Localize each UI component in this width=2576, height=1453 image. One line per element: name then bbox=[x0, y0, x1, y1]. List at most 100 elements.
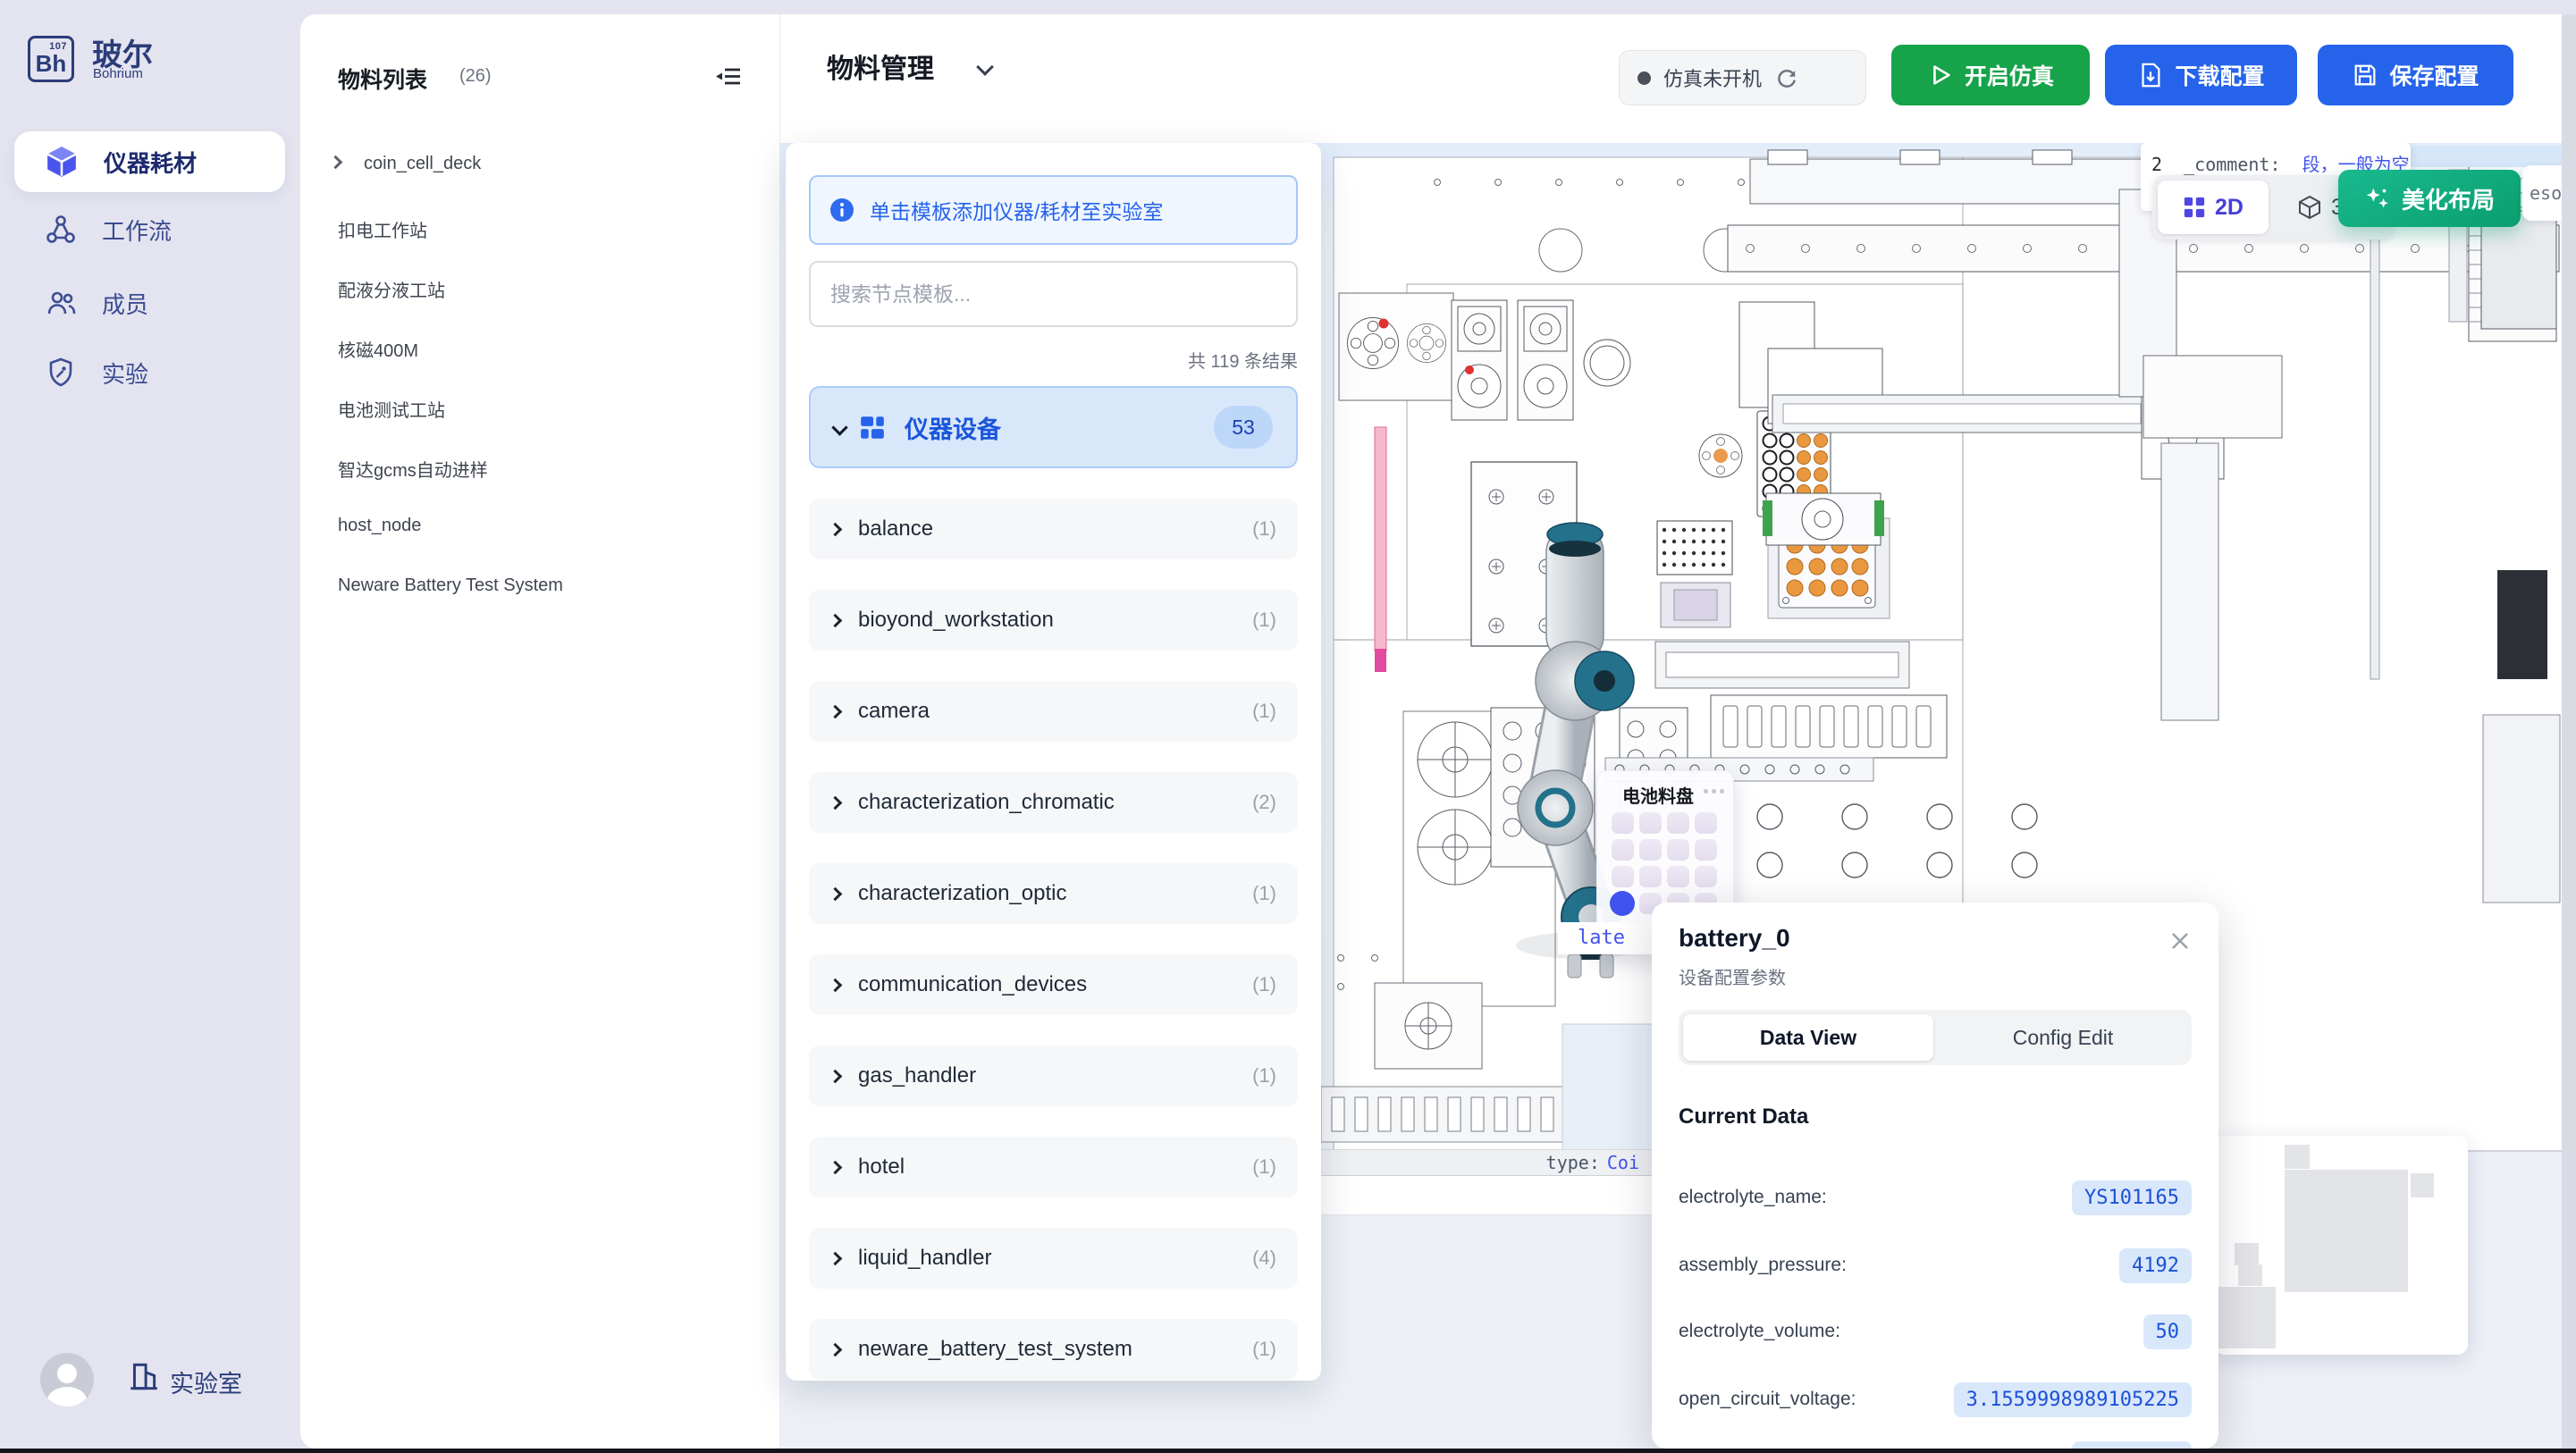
lab-link[interactable]: 实验室 bbox=[170, 1365, 242, 1399]
download-file-icon bbox=[2137, 62, 2164, 88]
tray-slot[interactable] bbox=[1667, 812, 1689, 834]
bohrium-logo[interactable]: 107Bh bbox=[28, 36, 74, 82]
tray-slot[interactable] bbox=[1695, 839, 1717, 861]
category-camera[interactable]: camera(1) bbox=[809, 681, 1298, 742]
tray-slot[interactable] bbox=[1612, 866, 1634, 887]
inspector-title: battery_0 bbox=[1679, 924, 1790, 953]
experiment-icon bbox=[45, 357, 77, 389]
list-item[interactable]: 电池测试工站 bbox=[338, 396, 445, 422]
chevron-right-icon bbox=[829, 886, 843, 901]
tray-slot[interactable] bbox=[1612, 812, 1634, 834]
inspector-tabs: Data View Config Edit bbox=[1679, 1010, 2192, 1065]
chevron-right-icon bbox=[329, 155, 343, 170]
more-options-icon[interactable] bbox=[1704, 789, 1724, 794]
avatar[interactable] bbox=[40, 1353, 94, 1407]
tray-slot[interactable] bbox=[1639, 812, 1662, 834]
sidebar-item-label: 成员 bbox=[102, 287, 148, 320]
tray-slot[interactable] bbox=[1639, 866, 1662, 887]
close-icon[interactable] bbox=[2167, 928, 2193, 954]
sidebar-item-experiments[interactable]: 实验 bbox=[14, 342, 285, 403]
status-dot-icon bbox=[1637, 71, 1651, 85]
logo-title-en: Bohrium bbox=[93, 66, 143, 81]
node-type-row: type: Coi bbox=[1321, 1149, 1654, 1176]
sidebar-item-label: 仪器耗材 bbox=[104, 146, 197, 179]
canvas-highlight-band bbox=[2404, 146, 2563, 167]
save-icon bbox=[2352, 62, 2378, 88]
list-item[interactable]: host_node bbox=[338, 516, 421, 536]
field-value: 3.1559998989105225 bbox=[1954, 1382, 2192, 1417]
field-row: data_electrolyte_code:LG000014 bbox=[1679, 1439, 2192, 1449]
materials-panel: 物料列表 (26) coin_cell_deck 扣电工作站 配液分液工站 核磁… bbox=[300, 14, 780, 1449]
workflow-icon bbox=[45, 214, 77, 246]
sidebar-item-workflow[interactable]: 工作流 bbox=[14, 199, 285, 260]
view-2d-button[interactable]: 2D bbox=[2158, 181, 2269, 234]
field-row: open_circuit_voltage:3.1559998989105225 bbox=[1679, 1380, 2192, 1419]
count-badge: 53 bbox=[1214, 406, 1273, 449]
list-item[interactable]: 配液分液工站 bbox=[338, 276, 445, 302]
sidebar-item-label: 工作流 bbox=[102, 214, 172, 247]
field-value: YS101165 bbox=[2072, 1180, 2192, 1215]
group-instruments[interactable]: 仪器设备 53 bbox=[809, 386, 1298, 468]
lab-building-icon bbox=[127, 1360, 161, 1394]
tray-slot[interactable] bbox=[1695, 812, 1717, 834]
minimap[interactable] bbox=[2214, 1136, 2468, 1355]
chevron-right-icon bbox=[829, 978, 843, 992]
category-neware-battery-test-system[interactable]: neware_battery_test_system(1) bbox=[809, 1319, 1298, 1380]
node-card-footer bbox=[1321, 1176, 1654, 1215]
field-row: electrolyte_name:YS101165 bbox=[1679, 1178, 2192, 1217]
play-icon bbox=[1927, 62, 1954, 88]
list-item[interactable]: 扣电工作站 bbox=[338, 216, 427, 242]
cube-icon bbox=[45, 145, 79, 179]
tray-slot[interactable] bbox=[1667, 839, 1689, 861]
tray-slot[interactable] bbox=[1612, 839, 1634, 861]
simulation-status: 仿真未开机 bbox=[1619, 50, 1866, 105]
search-input[interactable] bbox=[809, 261, 1298, 327]
section-title: Current Data bbox=[1679, 1104, 1808, 1130]
grid-2d-icon bbox=[2183, 196, 2206, 219]
chevron-right-icon bbox=[829, 1342, 843, 1356]
list-item[interactable]: 核磁400M bbox=[338, 336, 418, 362]
chevron-down-icon bbox=[831, 419, 847, 435]
devices-grid-icon bbox=[858, 413, 887, 441]
sidebar-item-label: 实验 bbox=[102, 357, 148, 390]
scrollbar[interactable] bbox=[2562, 14, 2576, 1449]
refresh-icon[interactable] bbox=[1774, 65, 1799, 90]
category-characterization-optic[interactable]: characterization_optic(1) bbox=[809, 863, 1298, 924]
materials-title: 物料列表 bbox=[338, 63, 427, 95]
beautify-layout-button[interactable]: 美化布局 bbox=[2338, 170, 2521, 227]
chevron-right-icon bbox=[829, 522, 843, 536]
start-simulation-button[interactable]: 开启仿真 bbox=[1891, 45, 2090, 105]
sidebar-item-instruments[interactable]: 仪器耗材 bbox=[14, 131, 285, 192]
chevron-right-icon bbox=[829, 1160, 843, 1174]
tray-slot-selected[interactable] bbox=[1610, 891, 1635, 916]
category-hotel[interactable]: hotel(1) bbox=[809, 1137, 1298, 1197]
sidebar: 107Bh 玻尔 Bohrium 仪器耗材 工作流 成员 实验 实验室 bbox=[0, 0, 300, 1453]
inspector-panel: battery_0 设备配置参数 Data View Config Edit C… bbox=[1652, 903, 2218, 1449]
category-characterization-chromatic[interactable]: characterization_chromatic(2) bbox=[809, 772, 1298, 833]
category-bioyond-workstation[interactable]: bioyond_workstation(1) bbox=[809, 590, 1298, 651]
tray-slot[interactable] bbox=[1667, 866, 1689, 887]
chevron-right-icon bbox=[829, 704, 843, 718]
tab-data-view[interactable]: Data View bbox=[1683, 1014, 1933, 1061]
category-liquid-handler[interactable]: liquid_handler(4) bbox=[809, 1228, 1298, 1289]
sidebar-item-members[interactable]: 成员 bbox=[14, 273, 285, 333]
download-config-button[interactable]: 下载配置 bbox=[2105, 45, 2297, 105]
result-count: 共 119 条结果 bbox=[1188, 347, 1298, 373]
save-config-button[interactable]: 保存配置 bbox=[2318, 45, 2513, 105]
list-item[interactable]: 智达gcms自动进样 bbox=[338, 456, 488, 482]
collapse-panel-icon[interactable] bbox=[713, 61, 745, 93]
chevron-right-icon bbox=[829, 613, 843, 627]
tree-item[interactable]: coin_cell_deck bbox=[331, 154, 481, 174]
tab-config-edit[interactable]: Config Edit bbox=[1938, 1010, 2188, 1065]
category-communication-devices[interactable]: communication_devices(1) bbox=[809, 954, 1298, 1015]
tray-slot[interactable] bbox=[1639, 839, 1662, 861]
category-balance[interactable]: balance(1) bbox=[809, 499, 1298, 559]
clipped-node-label: esou bbox=[2522, 165, 2563, 221]
list-item[interactable]: Neware Battery Test System bbox=[338, 575, 563, 596]
field-value: 4192 bbox=[2119, 1248, 2192, 1283]
tray-slot[interactable] bbox=[1695, 866, 1717, 887]
tray-title: 电池料盘 bbox=[1622, 782, 1694, 808]
info-banner: 单击模板添加仪器/耗材至实验室 bbox=[809, 175, 1298, 245]
category-gas-handler[interactable]: gas_handler(1) bbox=[809, 1046, 1298, 1106]
field-row: assembly_pressure:4192 bbox=[1679, 1246, 2192, 1285]
